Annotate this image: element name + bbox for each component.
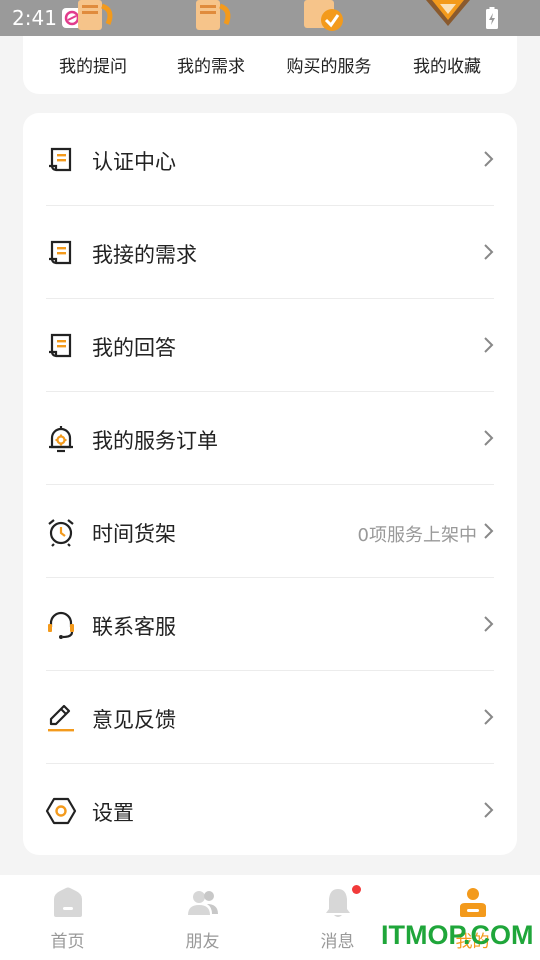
app-notification-icon bbox=[62, 8, 82, 28]
watermark-text: ITMOP.COM bbox=[381, 920, 534, 950]
headset-icon bbox=[45, 609, 77, 641]
alarm-clock-icon bbox=[45, 516, 77, 548]
menu-item-label: 联系客服 bbox=[92, 615, 176, 639]
menu-item-service-orders[interactable]: 我的服务订单 bbox=[23, 392, 517, 485]
menu-item-customer-service[interactable]: 联系客服 bbox=[23, 578, 517, 671]
menu-item-label: 意见反馈 bbox=[92, 708, 176, 732]
status-bar: 2:41 bbox=[0, 0, 540, 36]
nav-label: 首页 bbox=[50, 932, 85, 952]
battery-icon bbox=[486, 7, 498, 29]
menu-item-settings[interactable]: 设置 bbox=[23, 764, 517, 857]
document-icon bbox=[45, 144, 77, 176]
menu-item-label: 我的服务订单 bbox=[92, 429, 218, 453]
hexagon-settings-icon bbox=[45, 795, 77, 827]
menu-item-label: 设置 bbox=[92, 801, 134, 825]
pencil-icon bbox=[45, 702, 77, 734]
tab-my-questions[interactable]: 我的提问 bbox=[59, 52, 127, 77]
menu-item-time-shelf[interactable]: 时间货架 0项服务上架中 bbox=[23, 485, 517, 578]
chevron-right-icon bbox=[482, 707, 496, 727]
bell-icon bbox=[320, 885, 356, 921]
nav-friends[interactable]: 朋友 bbox=[135, 875, 270, 960]
chevron-right-icon bbox=[482, 428, 496, 448]
menu-item-feedback[interactable]: 意见反馈 bbox=[23, 671, 517, 764]
chevron-right-icon bbox=[482, 242, 496, 262]
chevron-right-icon bbox=[482, 335, 496, 355]
chevron-right-icon bbox=[482, 149, 496, 169]
chevron-right-icon bbox=[482, 521, 496, 541]
menu-item-label: 我的回答 bbox=[92, 336, 176, 360]
menu-item-label: 时间货架 bbox=[92, 522, 176, 546]
chevron-right-icon bbox=[482, 800, 496, 820]
menu-item-label: 我接的需求 bbox=[92, 243, 197, 267]
shelf-status-text: 0项服务上架中 bbox=[357, 525, 477, 546]
document-icon bbox=[45, 330, 77, 362]
menu-item-accepted-demands[interactable]: 我接的需求 bbox=[23, 206, 517, 299]
menu-item-label: 认证中心 bbox=[92, 150, 176, 174]
bell-gear-icon bbox=[45, 423, 77, 455]
unread-badge bbox=[352, 885, 361, 894]
tab-purchased-services[interactable]: 购买的服务 bbox=[287, 52, 372, 77]
menu-item-my-answers[interactable]: 我的回答 bbox=[23, 299, 517, 392]
tab-my-favorites[interactable]: 我的收藏 bbox=[413, 52, 481, 77]
friends-icon bbox=[185, 885, 221, 921]
nav-label: 朋友 bbox=[185, 932, 220, 952]
menu-list: 认证中心 我接的需求 我的回答 我的服务订单 时间货架 0项服务上架中 联系客服… bbox=[23, 113, 517, 855]
menu-item-certification[interactable]: 认证中心 bbox=[23, 113, 517, 206]
nav-home[interactable]: 首页 bbox=[0, 875, 135, 960]
profile-icon bbox=[455, 885, 491, 921]
home-icon bbox=[50, 885, 86, 921]
status-time: 2:41 bbox=[12, 6, 57, 30]
tab-my-demands[interactable]: 我的需求 bbox=[177, 52, 245, 77]
chevron-right-icon bbox=[482, 614, 496, 634]
document-icon bbox=[45, 237, 77, 269]
